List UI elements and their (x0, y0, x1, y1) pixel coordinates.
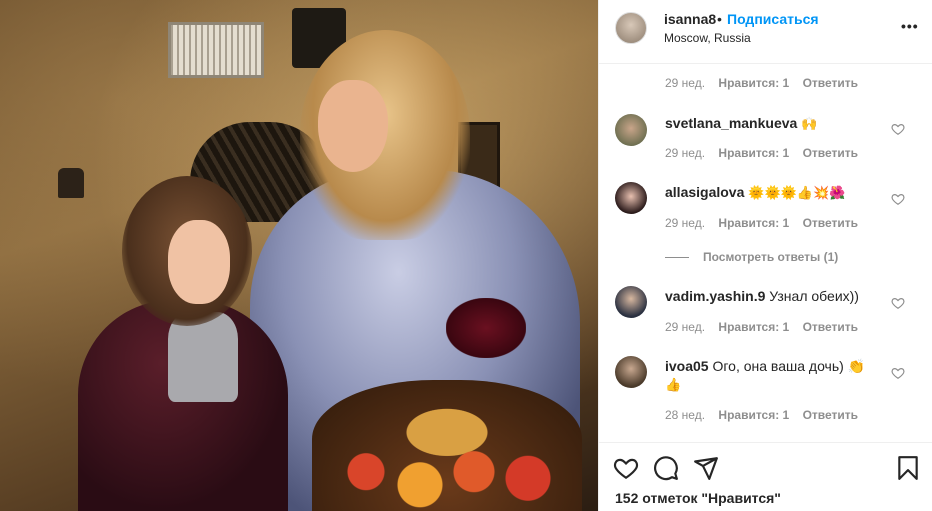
view-replies-label[interactable]: Посмотреть ответы (1) (703, 250, 838, 264)
commenter-avatar[interactable] (615, 356, 647, 388)
post-actions: 152 отметок "Нравится" (599, 442, 932, 511)
comment-time[interactable]: 28 нед. (665, 408, 705, 422)
comment-likes[interactable]: Нравится: 1 (718, 320, 789, 334)
comment-likes[interactable]: Нравится: 1 (718, 146, 789, 160)
reply-button[interactable]: Ответить (803, 320, 858, 334)
post-photo[interactable] (0, 0, 598, 511)
header-separator: • (717, 11, 722, 27)
comment-meta: 29 нед. Нравится: 1 Ответить (665, 76, 868, 90)
commenter-username[interactable]: allasigalova (665, 184, 744, 200)
heart-icon[interactable] (891, 296, 905, 310)
comment-meta: 29 нед. Нравится: 1 Ответить (665, 216, 868, 230)
photo-fruit-basket (312, 380, 582, 511)
comment-text-continuation: 👍 (665, 376, 681, 393)
follow-button[interactable]: Подписаться (727, 11, 819, 27)
commenter-username[interactable]: ivoa05 (665, 358, 709, 374)
share-icon[interactable] (693, 455, 719, 481)
photo-girl-shirt (168, 312, 238, 402)
post-side-panel: isanna8 • Подписаться Moscow, Russia •••… (598, 0, 932, 511)
comment-text-line: allasigalova 🌞🌞🌞👍💥🌺 (665, 184, 845, 201)
likes-count[interactable]: 152 отметок "Нравится" (615, 490, 781, 506)
commenter-username[interactable]: vadim.yashin.9 (665, 288, 765, 304)
commenter-avatar[interactable] (615, 182, 647, 214)
more-icon[interactable]: ••• (901, 18, 919, 34)
comment-text-line: svetlana_mankueva 🙌 (665, 115, 817, 132)
comment-text: Ого, она ваша дочь) 👏 (712, 358, 866, 374)
comment-icon[interactable] (653, 455, 679, 481)
photo-grapes (446, 298, 526, 358)
reply-button[interactable]: Ответить (803, 216, 858, 230)
author-username[interactable]: isanna8 (664, 11, 716, 27)
photo-woman-face (318, 80, 388, 172)
view-replies-dash (665, 257, 689, 259)
comment-text: 🌞🌞🌞👍💥🌺 (748, 185, 846, 200)
comment-meta: 29 нед. Нравится: 1 Ответить (665, 320, 868, 334)
reply-button[interactable]: Ответить (803, 146, 858, 160)
comment-text-2: 👍 (665, 377, 682, 392)
reply-button[interactable]: Ответить (803, 76, 858, 90)
comment-likes[interactable]: Нравится: 1 (718, 76, 789, 90)
comment-time[interactable]: 29 нед. (665, 216, 705, 230)
bookmark-icon[interactable] (895, 455, 921, 481)
comment-time[interactable]: 29 нед. (665, 146, 705, 160)
heart-icon[interactable] (613, 455, 639, 481)
photo-girl-face (168, 220, 230, 304)
post-header: isanna8 • Подписаться Moscow, Russia ••• (599, 0, 932, 64)
comment-text: 🙌 (801, 116, 818, 131)
comments-list: 29 нед. Нравится: 1 Ответить svetlana_ma… (599, 64, 932, 442)
comment-time[interactable]: 29 нед. (665, 320, 705, 334)
comment-text: Узнал обеих)) (769, 288, 859, 304)
heart-icon[interactable] (891, 122, 905, 136)
comment-text-line: vadim.yashin.9 Узнал обеих)) (665, 288, 859, 304)
commenter-avatar[interactable] (615, 286, 647, 318)
heart-icon[interactable] (891, 192, 905, 206)
commenter-username[interactable]: svetlana_mankueva (665, 115, 797, 131)
view-replies-button[interactable]: Посмотреть ответы (1) (665, 250, 838, 264)
commenter-avatar[interactable] (615, 114, 647, 146)
author-avatar[interactable] (615, 12, 647, 44)
photo-vent (168, 22, 264, 78)
comment-likes[interactable]: Нравится: 1 (718, 408, 789, 422)
comment-time[interactable]: 29 нед. (665, 76, 705, 90)
comment-meta: 28 нед. Нравится: 1 Ответить (665, 408, 868, 422)
reply-button[interactable]: Ответить (803, 408, 858, 422)
photo-lamp (58, 168, 84, 198)
comment-likes[interactable]: Нравится: 1 (718, 216, 789, 230)
post-location[interactable]: Moscow, Russia (664, 31, 751, 45)
comment-text-line: ivoa05 Ого, она ваша дочь) 👏 (665, 358, 865, 375)
comment-meta: 29 нед. Нравится: 1 Ответить (665, 146, 868, 160)
heart-icon[interactable] (891, 366, 905, 380)
